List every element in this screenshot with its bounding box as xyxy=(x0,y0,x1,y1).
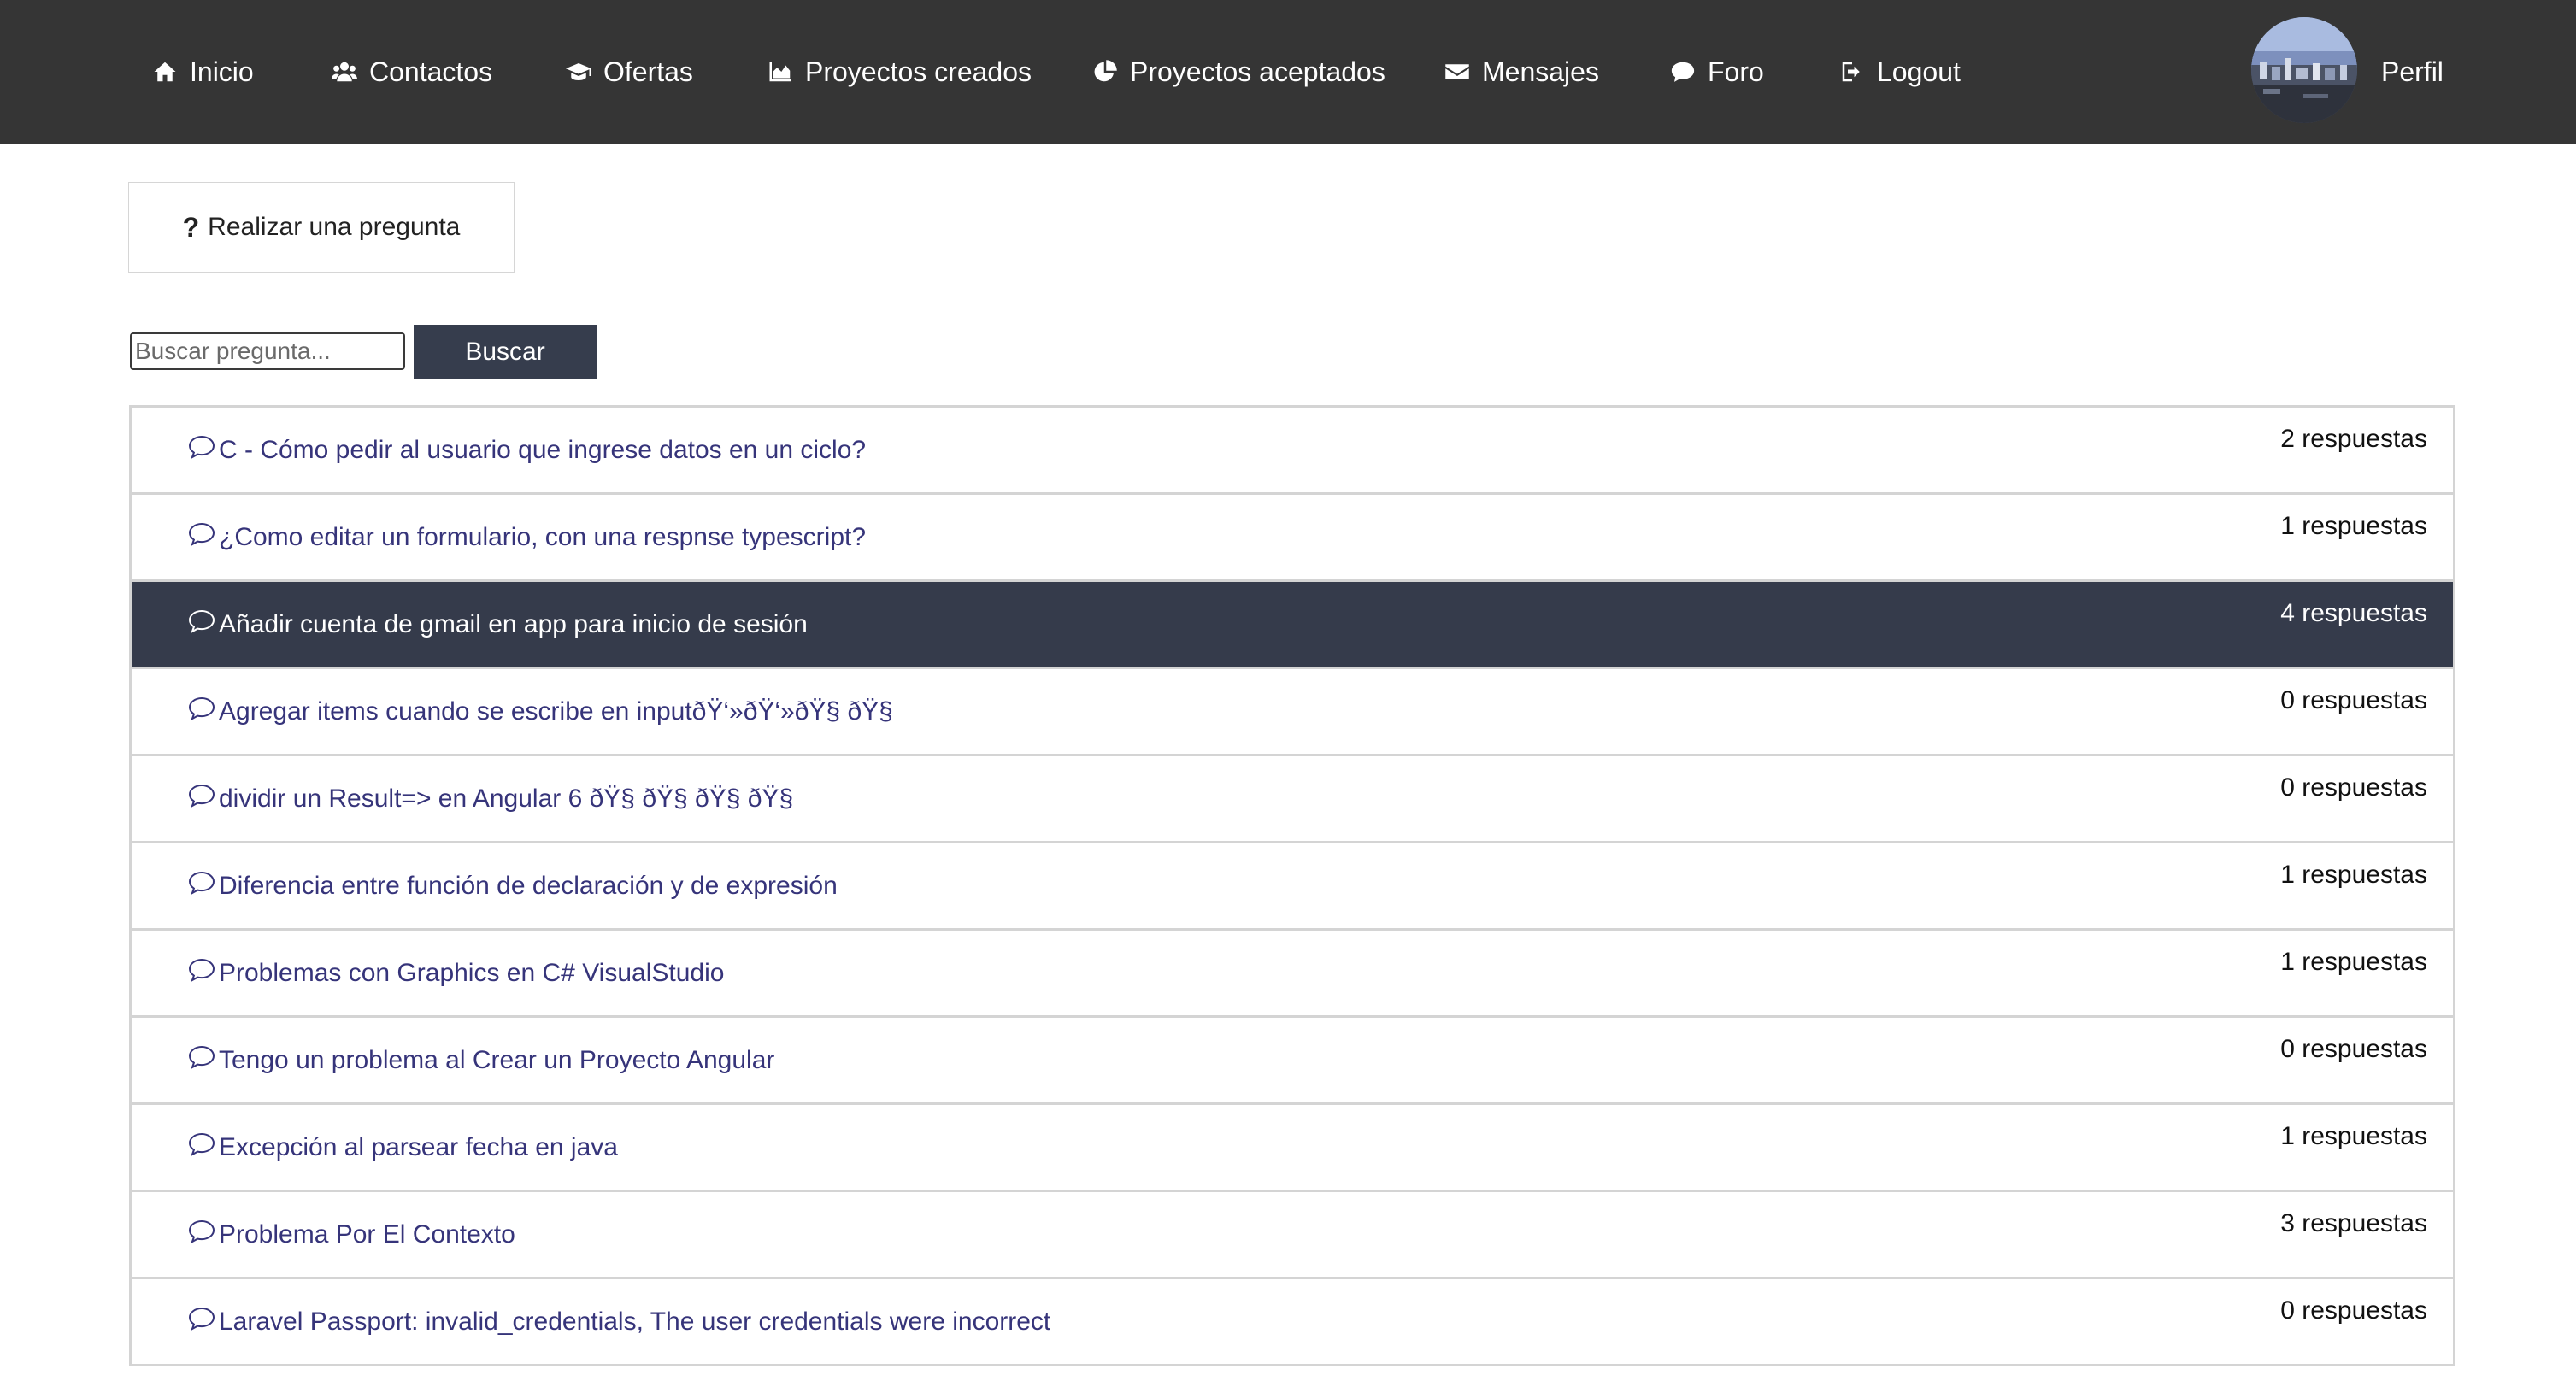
comment-bubble-icon xyxy=(188,784,217,809)
comment-bubble-icon xyxy=(188,1132,217,1158)
question-row: dividir un Result=> en Angular 6 ðŸ§ ðŸ§… xyxy=(129,756,2455,843)
top-navbar: Inicio Contactos Ofertas Proyectos cread… xyxy=(0,0,2576,144)
question-title: Agregar items cuando se escribe en input… xyxy=(219,696,893,726)
question-list: C - Cómo pedir al usuario que ingrese da… xyxy=(129,405,2455,1366)
question-link[interactable]: C - Cómo pedir al usuario que ingrese da… xyxy=(188,408,866,492)
question-link[interactable]: Añadir cuenta de gmail en app para inici… xyxy=(188,582,808,667)
ask-question-label: Realizar una pregunta xyxy=(208,213,461,241)
question-row: Añadir cuenta de gmail en app para inici… xyxy=(129,582,2455,669)
nav-label: Ofertas xyxy=(603,56,693,87)
comment-bubble-icon xyxy=(188,435,217,461)
question-title: ¿Como editar un formulario, con una resp… xyxy=(219,522,867,551)
question-row: Laravel Passport: invalid_credentials, T… xyxy=(129,1279,2455,1366)
answer-count: 1 respuestas xyxy=(2280,861,2427,889)
question-title: Diferencia entre función de declaración … xyxy=(219,871,838,900)
search-input[interactable] xyxy=(130,332,405,370)
question-title: Problemas con Graphics en C# VisualStudi… xyxy=(219,958,725,987)
nav-label: Proyectos creados xyxy=(805,56,1032,87)
nav-item-logout[interactable]: Logout xyxy=(1838,0,1961,144)
nav-label: Mensajes xyxy=(1482,56,1599,87)
question-link[interactable]: ¿Como editar un formulario, con una resp… xyxy=(188,495,866,579)
question-row: Diferencia entre función de declaración … xyxy=(129,843,2455,931)
home-icon xyxy=(150,57,179,86)
comment-icon xyxy=(1668,57,1697,86)
comment-bubble-icon xyxy=(188,1219,217,1245)
users-icon xyxy=(330,57,359,86)
question-link[interactable]: Problemas con Graphics en C# VisualStudi… xyxy=(188,931,724,1015)
pie-chart-icon xyxy=(1091,57,1120,86)
answer-count: 4 respuestas xyxy=(2280,599,2427,627)
nav-item-proyectos-creados[interactable]: Proyectos creados xyxy=(766,0,1032,144)
question-row: Excepción al parsear fecha en java 1 resp… xyxy=(129,1105,2455,1192)
question-link[interactable]: Tengo un problema al Crear un Proyecto A… xyxy=(188,1018,774,1102)
comment-bubble-icon xyxy=(188,1045,217,1071)
question-title: C - Cómo pedir al usuario que ingrese da… xyxy=(219,435,867,464)
nav-item-perfil[interactable]: Perfil xyxy=(2381,0,2444,144)
question-icon: ? xyxy=(182,211,200,243)
comment-bubble-icon xyxy=(188,522,217,548)
question-title: Laravel Passport: invalid_credentials, T… xyxy=(219,1307,1051,1336)
ask-question-button[interactable]: ? Realizar una pregunta xyxy=(128,182,515,273)
answer-count: 0 respuestas xyxy=(2280,686,2427,714)
answer-count: 0 respuestas xyxy=(2280,1296,2427,1325)
question-row: C - Cómo pedir al usuario que ingrese da… xyxy=(129,405,2455,495)
question-row: Agregar items cuando se escribe en input… xyxy=(129,669,2455,756)
question-row: Problema Por El Contexto 3 respuestas xyxy=(129,1192,2455,1279)
nav-label: Contactos xyxy=(369,56,493,87)
question-title: Tengo un problema al Crear un Proyecto A… xyxy=(219,1045,775,1074)
answer-count: 1 respuestas xyxy=(2280,512,2427,540)
question-row: Tengo un problema al Crear un Proyecto A… xyxy=(129,1018,2455,1105)
question-title: Problema Por El Contexto xyxy=(219,1219,515,1249)
question-row: Problemas con Graphics en C# VisualStudi… xyxy=(129,931,2455,1018)
nav-label: Foro xyxy=(1708,56,1764,87)
question-link[interactable]: Laravel Passport: invalid_credentials, T… xyxy=(188,1279,1050,1364)
profile-avatar[interactable] xyxy=(2251,17,2357,123)
answer-count: 0 respuestas xyxy=(2280,1035,2427,1063)
nav-item-ofertas[interactable]: Ofertas xyxy=(564,0,693,144)
logout-icon xyxy=(1838,57,1867,86)
comment-bubble-icon xyxy=(188,871,217,896)
question-title: Añadir cuenta de gmail en app para inici… xyxy=(219,609,808,638)
area-chart-icon xyxy=(766,57,795,86)
search-button[interactable]: Buscar xyxy=(414,325,597,379)
comment-bubble-icon xyxy=(188,1307,217,1332)
answer-count: 3 respuestas xyxy=(2280,1209,2427,1237)
nav-label: Proyectos aceptados xyxy=(1130,56,1385,87)
question-title: dividir un Result=> en Angular 6 ðŸ§ ðŸ§… xyxy=(219,784,794,813)
question-link[interactable]: Problema Por El Contexto xyxy=(188,1192,515,1277)
answer-count: 1 respuestas xyxy=(2280,948,2427,976)
nav-label: Perfil xyxy=(2381,56,2444,87)
answer-count: 2 respuestas xyxy=(2280,425,2427,453)
question-title: Excepción al parsear fecha en java xyxy=(219,1132,618,1161)
question-link[interactable]: Agregar items cuando se escribe en input… xyxy=(188,669,893,754)
question-row: ¿Como editar un formulario, con una resp… xyxy=(129,495,2455,582)
nav-item-mensajes[interactable]: Mensajes xyxy=(1443,0,1599,144)
comment-bubble-icon xyxy=(188,696,217,722)
comment-bubble-icon xyxy=(188,609,217,635)
nav-label: Logout xyxy=(1877,56,1961,87)
answer-count: 1 respuestas xyxy=(2280,1122,2427,1150)
answer-count: 0 respuestas xyxy=(2280,773,2427,802)
envelope-icon xyxy=(1443,57,1472,86)
nav-item-foro[interactable]: Foro xyxy=(1668,0,1764,144)
question-link[interactable]: Excepción al parsear fecha en java xyxy=(188,1105,618,1190)
nav-item-inicio[interactable]: Inicio xyxy=(150,0,254,144)
comment-bubble-icon xyxy=(188,958,217,984)
question-link[interactable]: Diferencia entre función de declaración … xyxy=(188,843,838,928)
nav-label: Inicio xyxy=(190,56,254,87)
nav-item-contactos[interactable]: Contactos xyxy=(330,0,492,144)
question-link[interactable]: dividir un Result=> en Angular 6 ðŸ§ ðŸ§… xyxy=(188,756,793,841)
nav-item-proyectos-aceptados[interactable]: Proyectos aceptados xyxy=(1091,0,1385,144)
graduation-cap-icon xyxy=(564,57,593,86)
